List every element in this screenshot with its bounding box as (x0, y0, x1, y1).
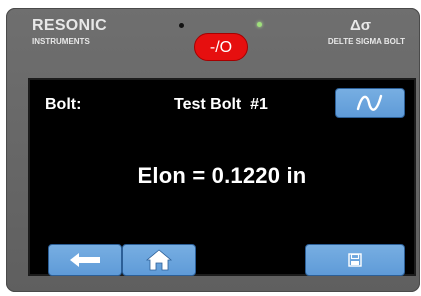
bolt-name: Test Bolt #1 (174, 96, 268, 113)
save-icon (348, 253, 362, 267)
status-led-dark (179, 23, 184, 28)
model-label: Δσ DELTE SIGMA BOLT (295, 18, 405, 46)
home-icon (145, 249, 173, 271)
power-button[interactable]: -/O (194, 33, 248, 61)
model-symbol: Δσ (349, 17, 371, 34)
waveform-button[interactable] (335, 88, 405, 118)
elongation-reading: Elon = 0.1220 in (137, 163, 307, 188)
brand-subtitle: INSTRUMENTS (32, 37, 90, 46)
model-name: DELTE SIGMA BOLT (327, 37, 405, 46)
back-button[interactable] (48, 244, 122, 276)
brand-logo: RESONIC INSTRUMENTS (32, 18, 107, 46)
device-frame: RESONIC INSTRUMENTS -/O Δσ DELTE SIGMA B… (6, 8, 420, 292)
left-arrow-icon (70, 253, 100, 267)
display-screen: Bolt: Test Bolt #1 Elon = 0.1220 in (28, 78, 416, 276)
save-button[interactable] (305, 244, 405, 276)
waveform-icon (356, 94, 383, 111)
brand-name: RESONIC (32, 17, 107, 34)
bolt-label: Bolt: (45, 96, 82, 113)
home-button[interactable] (122, 244, 196, 276)
status-led-green (257, 22, 262, 27)
